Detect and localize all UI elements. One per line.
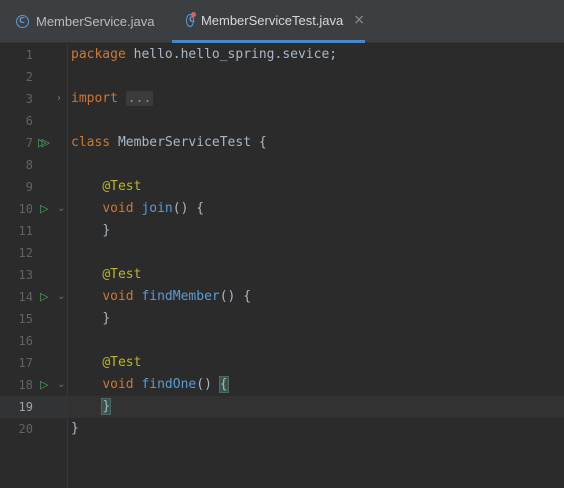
- editor-tab-bar: C MemberService.java C MemberServiceTest…: [0, 0, 564, 43]
- matched-open-brace: {: [218, 376, 229, 393]
- method-parens: (): [196, 377, 220, 392]
- keyword: void: [102, 201, 134, 216]
- method-name: findMember: [141, 289, 220, 304]
- keyword: package: [71, 47, 126, 62]
- line-number: 17: [18, 356, 33, 370]
- tab-member-service[interactable]: C MemberService.java: [0, 0, 172, 43]
- fold-icon[interactable]: ⌄: [57, 291, 65, 303]
- code-line: 12: [0, 242, 564, 264]
- line-number: 7: [25, 136, 33, 150]
- line-number: 16: [18, 334, 33, 348]
- line-number: 19: [18, 400, 33, 414]
- line-number: 20: [18, 422, 33, 436]
- code-line: 7 ▷▷ class MemberServiceTest {: [0, 132, 564, 154]
- method-parens: () {: [219, 289, 252, 304]
- code-line: 8: [0, 154, 564, 176]
- code-line: 20 }: [0, 418, 564, 440]
- line-number: 13: [18, 268, 33, 282]
- code-line: 14 ▷ ⌄ void findMember() {: [0, 286, 564, 308]
- line-number: 3: [25, 92, 33, 106]
- close-tab-icon[interactable]: ×: [353, 12, 365, 28]
- code-line: 15 }: [0, 308, 564, 330]
- keyword: import: [71, 91, 118, 106]
- line-number: 18: [18, 378, 33, 392]
- fold-icon[interactable]: ⌄: [57, 203, 65, 215]
- line-number: 10: [18, 202, 33, 216]
- line-number: 15: [18, 312, 33, 326]
- close-brace: }: [71, 421, 79, 436]
- expand-fold-icon[interactable]: ›: [57, 93, 61, 105]
- class-name: MemberServiceTest {: [110, 135, 267, 150]
- code-editor[interactable]: 1 package hello.hello_spring.sevice; 2 3…: [0, 44, 564, 488]
- line-number: 11: [18, 224, 33, 238]
- code-line: 13 @Test: [0, 264, 564, 286]
- close-brace: }: [102, 223, 111, 238]
- code-line: 11 }: [0, 220, 564, 242]
- java-test-class-icon: C: [186, 11, 196, 27]
- tab-label: MemberServiceTest.java: [200, 12, 344, 28]
- annotation: @Test: [102, 179, 142, 194]
- code-line: 3 › import ...: [0, 88, 564, 110]
- method-name: findOne: [141, 377, 197, 392]
- line-number: 2: [25, 70, 33, 84]
- code-line: 1 package hello.hello_spring.sevice;: [0, 44, 564, 66]
- code-line: 10 ▷ ⌄ void join() {: [0, 198, 564, 220]
- tab-label: MemberService.java: [36, 14, 155, 29]
- method-name: join: [141, 201, 173, 216]
- line-number: 8: [25, 158, 33, 172]
- code-line-current: 19 }: [0, 396, 564, 418]
- run-all-tests-icon[interactable]: ▷▷: [38, 137, 50, 149]
- code-line: 18 ▷ ⌄ void findOne() {: [0, 374, 564, 396]
- keyword: void: [102, 377, 134, 392]
- run-test-icon[interactable]: ▷: [40, 203, 48, 215]
- code-line: 6: [0, 110, 564, 132]
- java-class-icon: C: [16, 15, 29, 28]
- run-test-icon[interactable]: ▷: [40, 379, 48, 391]
- code-line: 17 @Test: [0, 352, 564, 374]
- line-number: 9: [25, 180, 33, 194]
- run-test-icon[interactable]: ▷: [40, 291, 48, 303]
- keyword: void: [102, 289, 134, 304]
- code-line: 9 @Test: [0, 176, 564, 198]
- method-parens: () {: [172, 201, 205, 216]
- close-brace: }: [102, 311, 111, 326]
- fold-icon[interactable]: ⌄: [57, 379, 65, 391]
- annotation: @Test: [102, 267, 142, 282]
- annotation: @Test: [102, 355, 142, 370]
- code-line: 16: [0, 330, 564, 352]
- package-name: hello.hello_spring.sevice;: [125, 47, 338, 62]
- line-number: 12: [18, 246, 33, 260]
- line-number: 14: [18, 290, 33, 304]
- tab-member-service-test[interactable]: C MemberServiceTest.java ×: [172, 0, 365, 43]
- line-number: 6: [25, 114, 33, 128]
- folded-imports[interactable]: ...: [125, 91, 154, 106]
- code-line: 2: [0, 66, 564, 88]
- line-number: 1: [25, 48, 33, 62]
- matched-close-brace: }: [101, 398, 112, 415]
- keyword: class: [71, 135, 111, 150]
